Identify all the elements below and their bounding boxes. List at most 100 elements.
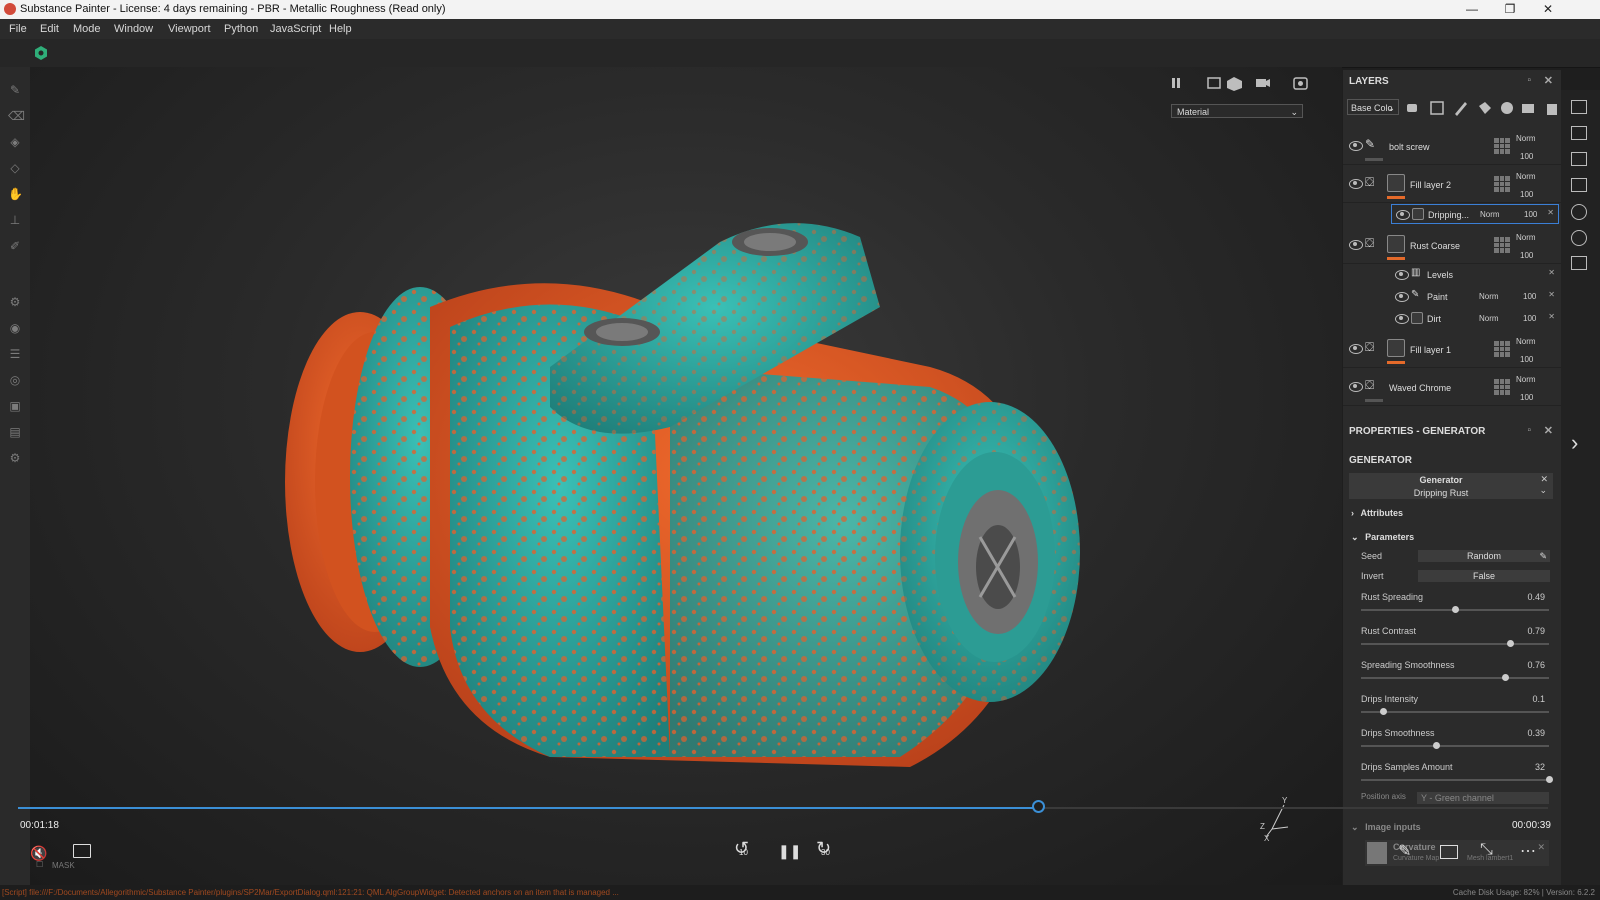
log-dock-icon[interactable] bbox=[1571, 256, 1587, 270]
display-settings-icon[interactable]: ☰ bbox=[8, 347, 22, 361]
blend-mode[interactable]: Norm bbox=[1516, 375, 1536, 384]
pause-button[interactable]: ❚❚ bbox=[778, 843, 801, 860]
paint-brush-icon[interactable]: ✎ bbox=[8, 83, 22, 97]
effect-row-paint[interactable]: ✎ Paint Norm 100 ✕ bbox=[1391, 287, 1559, 307]
close-panel-icon[interactable]: ✕ bbox=[1544, 74, 1553, 87]
chevron-down-icon[interactable]: ⌄ bbox=[1539, 485, 1547, 496]
minimize-button[interactable]: — bbox=[1453, 0, 1491, 19]
captions-icon[interactable] bbox=[73, 844, 91, 858]
blend-mode[interactable]: Norm bbox=[1479, 314, 1499, 323]
menu-edit[interactable]: Edit bbox=[40, 23, 59, 35]
opacity[interactable]: 100 bbox=[1520, 393, 1533, 402]
fullscreen-exit-icon[interactable]: ⤡ bbox=[1480, 841, 1493, 859]
skip-back-button[interactable]: ↺ 10 bbox=[734, 838, 754, 861]
attributes-section[interactable]: › Attributes bbox=[1351, 508, 1403, 518]
display-dock-icon[interactable] bbox=[1571, 178, 1587, 192]
visibility-eye-icon[interactable] bbox=[1395, 270, 1409, 280]
invert-toggle[interactable]: False bbox=[1418, 570, 1550, 582]
visibility-eye-icon[interactable] bbox=[1349, 240, 1363, 250]
remove-effect-icon[interactable]: ✕ bbox=[1547, 208, 1554, 217]
color-picker-icon[interactable]: ✐ bbox=[8, 239, 22, 253]
menu-mode[interactable]: Mode bbox=[73, 23, 101, 35]
effect-row-dripping[interactable]: Dripping... Norm 100 ✕ bbox=[1391, 204, 1559, 224]
substance-share-icon[interactable] bbox=[34, 46, 48, 60]
shelf-icon[interactable]: ⚙ bbox=[8, 295, 22, 309]
blend-mode[interactable]: Norm bbox=[1516, 233, 1536, 242]
slider-knob[interactable] bbox=[1433, 742, 1441, 749]
opacity[interactable]: 100 bbox=[1520, 190, 1533, 199]
more-options-icon[interactable]: ⋯ bbox=[1520, 841, 1536, 861]
mask-checkbox[interactable]: ☐ bbox=[36, 860, 43, 869]
layers-dock-icon[interactable] bbox=[1571, 100, 1587, 114]
slider-value[interactable]: 0.79 bbox=[1527, 626, 1545, 636]
close-panel-icon[interactable]: ✕ bbox=[1544, 424, 1553, 437]
polygon-fill-icon[interactable]: ◇ bbox=[8, 161, 22, 175]
slider-track[interactable] bbox=[1361, 776, 1553, 783]
eraser-icon[interactable]: ⌫ bbox=[8, 109, 25, 123]
slider-value[interactable]: 0.49 bbox=[1527, 592, 1545, 602]
opacity[interactable]: 100 bbox=[1520, 355, 1533, 364]
visibility-eye-icon[interactable] bbox=[1349, 344, 1363, 354]
texture-set-icon[interactable]: ◉ bbox=[8, 321, 22, 335]
bake-icon[interactable]: ◎ bbox=[8, 373, 22, 387]
edit-pencil-icon[interactable]: ✎ bbox=[1398, 841, 1411, 861]
slider-knob[interactable] bbox=[1379, 708, 1387, 715]
video-seek-track[interactable] bbox=[18, 800, 1548, 813]
visibility-eye-icon[interactable] bbox=[1349, 179, 1363, 189]
layer-row-rust-coarse[interactable]: ⛋ Rust Coarse Norm 100 bbox=[1343, 227, 1561, 264]
plugin-icon[interactable]: ▤ bbox=[8, 425, 22, 439]
blend-mode[interactable]: Norm bbox=[1480, 210, 1500, 219]
menu-python[interactable]: Python bbox=[224, 23, 258, 35]
opacity[interactable]: 100 bbox=[1520, 152, 1533, 161]
slider-track[interactable] bbox=[1361, 742, 1549, 749]
history-dock-icon[interactable] bbox=[1571, 230, 1587, 246]
remove-effect-icon[interactable]: ✕ bbox=[1548, 312, 1555, 321]
layer-row-fill-layer-2[interactable]: ⛋ Fill layer 2 Norm 100 bbox=[1343, 166, 1561, 203]
menu-window[interactable]: Window bbox=[114, 23, 153, 35]
picture-in-picture-icon[interactable] bbox=[1440, 845, 1458, 859]
remove-effect-icon[interactable]: ✕ bbox=[1548, 290, 1555, 299]
maximize-button[interactable]: ❐ bbox=[1491, 0, 1529, 19]
parameters-section[interactable]: ⌄ Parameters bbox=[1351, 532, 1414, 543]
smudge-icon[interactable]: ✋ bbox=[8, 187, 23, 201]
3d-viewport[interactable]: Material ⌄ Y Z X bbox=[30, 67, 1342, 887]
opacity[interactable]: 100 bbox=[1523, 292, 1536, 301]
slider-knob[interactable] bbox=[1507, 640, 1515, 647]
float-panel-icon[interactable]: ▫ bbox=[1527, 75, 1531, 86]
opacity[interactable]: 100 bbox=[1520, 251, 1533, 260]
blend-mode[interactable]: Norm bbox=[1516, 337, 1536, 346]
slider-value[interactable]: 0.1 bbox=[1532, 694, 1545, 704]
layer-row-bolt-screw[interactable]: ✎ bolt screw Norm 100 bbox=[1343, 128, 1561, 165]
menu-file[interactable]: File bbox=[9, 23, 27, 35]
float-panel-icon[interactable]: ▫ bbox=[1527, 425, 1531, 436]
visibility-eye-icon[interactable] bbox=[1396, 210, 1410, 220]
chevron-right-icon[interactable]: › bbox=[1571, 430, 1578, 456]
menu-javascript[interactable]: JavaScript bbox=[270, 23, 321, 35]
visibility-eye-icon[interactable] bbox=[1395, 292, 1409, 302]
edit-pencil-icon[interactable]: ✎ bbox=[1539, 550, 1547, 562]
slider-knob[interactable] bbox=[1501, 674, 1509, 681]
channel-select[interactable]: Base Colo ⌄ bbox=[1347, 99, 1399, 115]
menu-help[interactable]: Help bbox=[329, 23, 352, 35]
menu-viewport[interactable]: Viewport bbox=[168, 23, 211, 35]
remove-effect-icon[interactable]: ✕ bbox=[1548, 268, 1555, 277]
blend-mode[interactable]: Norm bbox=[1516, 134, 1536, 143]
effect-row-levels[interactable]: ▥ Levels ✕ bbox=[1391, 265, 1559, 285]
visibility-eye-icon[interactable] bbox=[1349, 141, 1363, 151]
texture-set-dock-icon[interactable] bbox=[1571, 126, 1587, 140]
effect-row-dirt[interactable]: Dirt Norm 100 ✕ bbox=[1391, 309, 1559, 329]
slider-track[interactable] bbox=[1361, 708, 1549, 715]
projection-icon[interactable]: ◈ bbox=[8, 135, 22, 149]
visibility-eye-icon[interactable] bbox=[1395, 314, 1409, 324]
slider-value[interactable]: 32 bbox=[1535, 762, 1545, 772]
video-seek-handle[interactable] bbox=[1031, 800, 1045, 813]
slider-track[interactable] bbox=[1361, 674, 1549, 681]
settings-dock-icon[interactable] bbox=[1571, 152, 1587, 166]
close-icon[interactable]: ✕ bbox=[1540, 474, 1548, 485]
opacity[interactable]: 100 bbox=[1523, 314, 1536, 323]
opacity[interactable]: 100 bbox=[1524, 210, 1537, 219]
seed-field[interactable]: Random ✎ bbox=[1418, 550, 1550, 562]
blend-mode[interactable]: Norm bbox=[1479, 292, 1499, 301]
slider-value[interactable]: 0.39 bbox=[1527, 728, 1545, 738]
slider-value[interactable]: 0.76 bbox=[1527, 660, 1545, 670]
